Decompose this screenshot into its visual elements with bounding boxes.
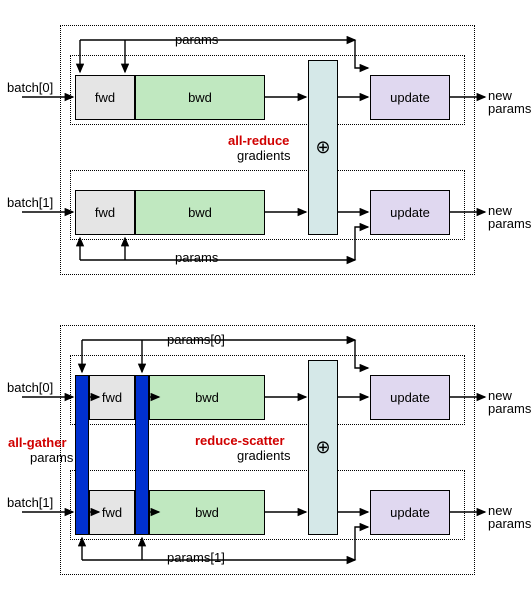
fwd-label: fwd xyxy=(95,90,115,105)
bottom-rs-gradients-label: gradients xyxy=(237,448,290,463)
fwd-label: fwd xyxy=(102,390,122,405)
fwd-label: fwd xyxy=(95,205,115,220)
bwd-label: bwd xyxy=(188,205,212,220)
top-update-0: update xyxy=(370,75,450,120)
bottom-params0-label: params[0] xyxy=(167,332,225,347)
update-label: update xyxy=(390,90,430,105)
bottom-allgather-bar-0 xyxy=(75,375,89,535)
bottom-bwd-1: bwd xyxy=(149,490,265,535)
top-fwd-1: fwd xyxy=(75,190,135,235)
update-label: update xyxy=(390,390,430,405)
top-bwd-1: bwd xyxy=(135,190,265,235)
plus-symbol: ⊕ xyxy=(315,137,330,158)
top-newparams1-b: params xyxy=(488,216,531,231)
bwd-label: bwd xyxy=(188,90,212,105)
top-update-1: update xyxy=(370,190,450,235)
top-batch1-label: batch[1] xyxy=(7,195,53,210)
top-gradients-label: gradients xyxy=(237,148,290,163)
bottom-update-0: update xyxy=(370,375,450,420)
update-label: update xyxy=(390,505,430,520)
bottom-reducescatter-label: reduce-scatter xyxy=(195,433,285,448)
top-allreduce-label: all-reduce xyxy=(228,133,289,148)
top-bwd-0: bwd xyxy=(135,75,265,120)
bottom-reducescatter-block: ⊕ xyxy=(308,360,338,535)
bwd-label: bwd xyxy=(195,390,219,405)
top-batch0-label: batch[0] xyxy=(7,80,53,95)
top-newparams0-b: params xyxy=(488,101,531,116)
bwd-label: bwd xyxy=(195,505,219,520)
bottom-batch0-label: batch[0] xyxy=(7,380,53,395)
bottom-allgather-bar-1 xyxy=(135,375,149,535)
bottom-ag-params-label: params xyxy=(30,450,73,465)
bottom-fwd-0: fwd xyxy=(89,375,135,420)
fwd-label: fwd xyxy=(102,505,122,520)
update-label: update xyxy=(390,205,430,220)
plus-symbol: ⊕ xyxy=(315,437,330,458)
bottom-update-1: update xyxy=(370,490,450,535)
bottom-params1-label: params[1] xyxy=(167,550,225,565)
top-params-bottom-label: params xyxy=(175,250,218,265)
bottom-fwd-1: fwd xyxy=(89,490,135,535)
top-allreduce-block: ⊕ xyxy=(308,60,338,235)
bottom-batch1-label: batch[1] xyxy=(7,495,53,510)
top-fwd-0: fwd xyxy=(75,75,135,120)
bottom-newparams1-b: params[1] xyxy=(488,516,532,531)
top-params-label: params xyxy=(175,32,218,47)
bottom-newparams0-b: params[0] xyxy=(488,401,532,416)
bottom-allgather-label: all-gather xyxy=(8,435,67,450)
bottom-bwd-0: bwd xyxy=(149,375,265,420)
